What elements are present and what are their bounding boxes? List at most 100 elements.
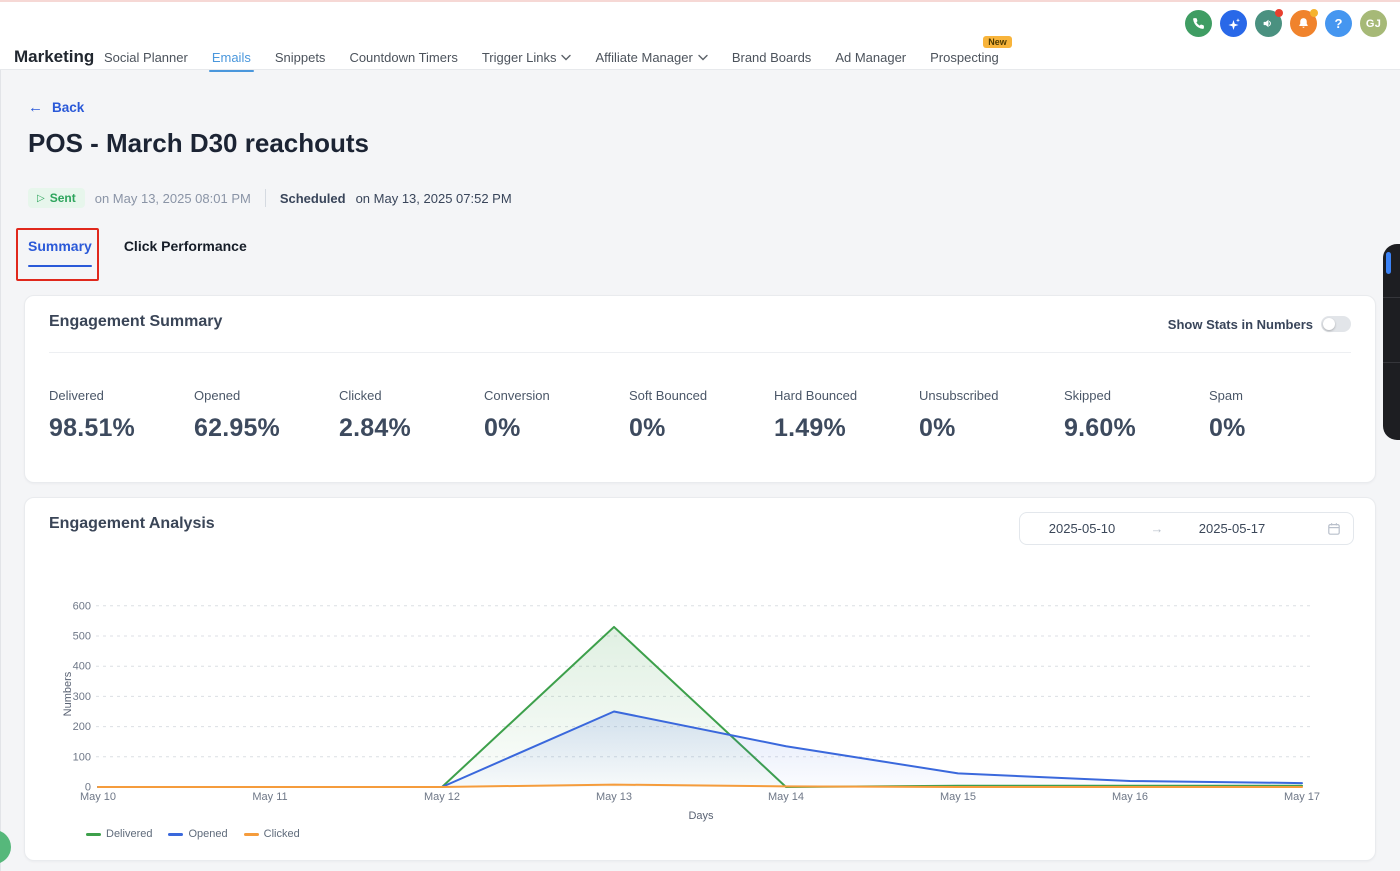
stat-value: 0% [484, 414, 629, 443]
stat-hard-bounced: Hard Bounced 1.49% [774, 388, 919, 443]
date-range-picker[interactable]: 2025-05-10 → 2025-05-17 [1019, 512, 1354, 545]
nav-item-prospecting[interactable]: Prospecting New [930, 50, 999, 65]
legend-label: Opened [188, 828, 227, 840]
ai-assistant-button[interactable] [1220, 10, 1247, 37]
announcements-button[interactable] [1255, 10, 1282, 37]
chevron-down-icon [698, 54, 708, 61]
svg-text:600: 600 [73, 600, 91, 612]
stat-label: Delivered [49, 388, 194, 403]
svg-text:May 12: May 12 [424, 791, 460, 803]
legend-swatch-icon [244, 833, 259, 836]
nav-item-ad-manager[interactable]: Ad Manager [835, 50, 906, 65]
notifications-button[interactable] [1290, 10, 1317, 37]
stat-label: Soft Bounced [629, 388, 774, 403]
new-badge: New [983, 36, 1012, 48]
stat-spam: Spam 0% [1209, 388, 1354, 443]
help-button[interactable]: ? [1325, 10, 1352, 37]
stat-label: Unsubscribed [919, 388, 1064, 403]
send-icon: ▷ [37, 193, 45, 204]
announcement-icon [1262, 17, 1275, 30]
sent-status-badge: ▷ Sent [28, 188, 85, 208]
svg-text:May 16: May 16 [1112, 791, 1148, 803]
top-header: Marketing Social Planner Emails Snippets… [0, 2, 1400, 70]
stat-delivered: Delivered 98.51% [49, 388, 194, 443]
stat-label: Hard Bounced [774, 388, 919, 403]
stat-clicked: Clicked 2.84% [339, 388, 484, 443]
dock-divider [1383, 297, 1400, 298]
stat-value: 62.95% [194, 414, 339, 443]
calendar-icon [1327, 522, 1341, 536]
nav-item-emails[interactable]: Emails [212, 50, 251, 65]
arrow-right-icon: → [1144, 521, 1170, 536]
back-link[interactable]: ← Back [28, 99, 84, 116]
legend-label: Clicked [264, 828, 300, 840]
side-dock-widget[interactable] [1383, 244, 1400, 440]
scheduled-label: Scheduled [280, 191, 346, 206]
help-icon: ? [1335, 16, 1343, 31]
nav-item-social-planner[interactable]: Social Planner [104, 50, 188, 65]
stat-value: 98.51% [49, 414, 194, 443]
engagement-summary-title: Engagement Summary [49, 313, 222, 331]
tab-summary[interactable]: Summary [28, 238, 92, 254]
sent-timestamp: on May 13, 2025 08:01 PM [95, 191, 251, 206]
scheduled-timestamp: on May 13, 2025 07:52 PM [356, 191, 512, 206]
nav-item-brand-boards[interactable]: Brand Boards [732, 50, 812, 65]
main-nav: Social Planner Emails Snippets Countdown… [104, 50, 999, 65]
chat-bubble-button[interactable] [0, 830, 11, 864]
stat-value: 2.84% [339, 414, 484, 443]
dock-divider [1383, 362, 1400, 363]
stat-value: 0% [919, 414, 1064, 443]
notification-dot [1310, 9, 1318, 17]
avatar-initials: GJ [1366, 18, 1381, 30]
svg-text:300: 300 [73, 691, 91, 703]
toggle-knob [1323, 318, 1335, 330]
header-icon-bar: ? GJ [1185, 10, 1387, 37]
dock-accent-bar [1386, 252, 1391, 274]
engagement-analysis-card: Engagement Analysis 2025-05-10 → 2025-05… [24, 497, 1376, 861]
stat-label: Skipped [1064, 388, 1209, 403]
date-from[interactable]: 2025-05-10 [1020, 521, 1144, 536]
tab-click-performance[interactable]: Click Performance [124, 238, 247, 254]
svg-text:200: 200 [73, 721, 91, 733]
phone-button[interactable] [1185, 10, 1212, 37]
notifications-bell-icon [1297, 17, 1310, 30]
stat-conversion: Conversion 0% [484, 388, 629, 443]
nav-item-countdown-timers[interactable]: Countdown Timers [349, 50, 457, 65]
nav-item-snippets[interactable]: Snippets [275, 50, 326, 65]
ai-sparkles-icon [1227, 17, 1241, 31]
legend-item-clicked[interactable]: Clicked [244, 828, 300, 840]
notification-dot [1275, 9, 1283, 17]
report-tabs: Summary Click Performance [28, 238, 247, 254]
nav-item-trigger-links[interactable]: Trigger Links [482, 50, 572, 65]
avatar[interactable]: GJ [1360, 10, 1387, 37]
nav-item-affiliate-manager[interactable]: Affiliate Manager [595, 50, 707, 65]
legend-item-opened[interactable]: Opened [168, 828, 227, 840]
app-window: Marketing Social Planner Emails Snippets… [0, 0, 1400, 871]
stat-value: 9.60% [1064, 414, 1209, 443]
date-to[interactable]: 2025-05-17 [1170, 521, 1294, 536]
legend-swatch-icon [168, 833, 183, 836]
stat-value: 0% [629, 414, 774, 443]
show-stats-toggle[interactable] [1321, 316, 1351, 332]
svg-text:May 15: May 15 [940, 791, 976, 803]
stat-value: 1.49% [774, 414, 919, 443]
campaign-status-row: ▷ Sent on May 13, 2025 08:01 PM Schedule… [28, 188, 512, 208]
stat-skipped: Skipped 9.60% [1064, 388, 1209, 443]
svg-text:Numbers: Numbers [62, 671, 74, 716]
status-divider [265, 189, 266, 207]
legend-item-delivered[interactable]: Delivered [86, 828, 152, 840]
app-section-title: Marketing [14, 47, 94, 67]
engagement-analysis-title: Engagement Analysis [49, 515, 215, 533]
back-arrow-icon: ← [28, 99, 43, 116]
stat-label: Opened [194, 388, 339, 403]
svg-text:Days: Days [688, 810, 714, 822]
engagement-chart[interactable]: 0100200300400500600May 10May 11May 12May… [25, 586, 1377, 838]
stat-label: Spam [1209, 388, 1354, 403]
svg-text:May 13: May 13 [596, 791, 632, 803]
back-label: Back [52, 100, 84, 115]
annotation-highlight-box [16, 228, 99, 281]
stat-unsubscribed: Unsubscribed 0% [919, 388, 1064, 443]
svg-text:May 11: May 11 [252, 791, 287, 803]
legend-swatch-icon [86, 833, 101, 836]
svg-text:May 10: May 10 [80, 791, 116, 803]
